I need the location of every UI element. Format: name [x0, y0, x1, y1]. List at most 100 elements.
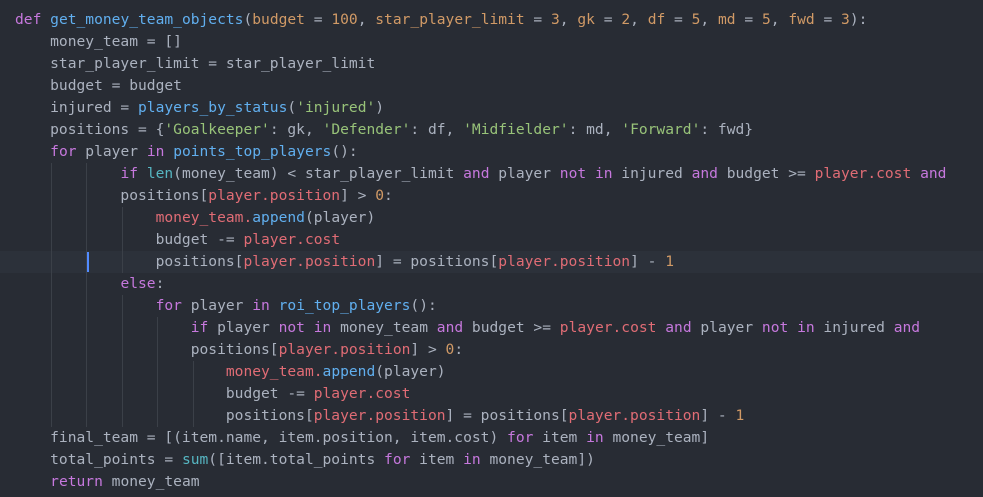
- code-token: :: [454, 341, 464, 358]
- code-token: ,: [357, 11, 376, 28]
- code-line[interactable]: for player in points_top_players():: [0, 141, 983, 163]
- code-line[interactable]: positions[player.position] = positions[p…: [0, 251, 983, 273]
- indent-guide: [193, 383, 194, 405]
- code-line[interactable]: if player not in money_team and budget >…: [0, 317, 983, 339]
- code-token: in: [252, 297, 270, 314]
- indent-guide: [50, 163, 52, 185]
- code-token: total_points =: [15, 451, 182, 468]
- code-line[interactable]: for player in roi_top_players():: [0, 295, 983, 317]
- indent-guide: [121, 207, 123, 229]
- code-line[interactable]: money_team.append(player): [0, 361, 983, 383]
- indent-guide: [50, 207, 52, 229]
- code-token: else: [120, 275, 156, 292]
- code-token: ():: [331, 143, 358, 160]
- code-token: positions[: [15, 187, 209, 204]
- code-line[interactable]: positions[player.position] = positions[p…: [0, 405, 983, 427]
- code-line[interactable]: budget -= player.cost: [0, 383, 983, 405]
- code-token: budget = budget: [15, 77, 182, 94]
- code-line[interactable]: total_points = sum([item.total_points fo…: [0, 449, 983, 471]
- indent-guide: [157, 405, 159, 427]
- indent-guide: [50, 361, 52, 383]
- code-token: (money_team) < star_player_limit: [173, 165, 464, 182]
- code-token: player: [691, 319, 762, 336]
- code-token: (player): [304, 209, 376, 226]
- code-token: injured: [814, 319, 894, 336]
- code-token: ] = positions[: [445, 407, 569, 424]
- code-line[interactable]: positions = {'Goalkeeper': gk, 'Defender…: [0, 119, 983, 141]
- code-line[interactable]: budget -= player.cost: [0, 229, 983, 251]
- code-line[interactable]: positions[player.position] > 0:: [0, 339, 983, 361]
- code-line[interactable]: injured = players_by_status('injured'): [0, 97, 983, 119]
- code-token: positions[: [15, 407, 314, 424]
- code-token: :: [155, 275, 165, 292]
- code-token: in: [594, 165, 613, 182]
- indent-guide: [86, 229, 88, 251]
- indent-guide: [50, 405, 52, 427]
- code-token: budget -=: [15, 385, 314, 402]
- indent-guide: [121, 251, 123, 273]
- code-token: 5: [761, 11, 771, 28]
- code-token: positions[: [15, 341, 279, 358]
- code-token: star_player_limit: [375, 11, 525, 28]
- indent-guide: [193, 405, 194, 427]
- code-token: ,: [700, 11, 718, 28]
- indent-guide: [193, 361, 194, 383]
- code-line[interactable]: def get_money_team_objects(budget = 100,…: [0, 9, 983, 31]
- code-editor[interactable]: def get_money_team_objects(budget = 100,…: [0, 0, 983, 497]
- code-token: gk: [577, 11, 595, 28]
- code-token: budget -=: [15, 231, 244, 248]
- code-token: ): [375, 99, 385, 116]
- code-token: injured =: [15, 99, 139, 116]
- indent-guide: [86, 317, 88, 339]
- code-token: final_team = [(item.name, item.position,…: [15, 429, 508, 446]
- code-token: player.position: [313, 407, 446, 424]
- code-token: budget: [252, 11, 305, 28]
- code-token: ([item.total_points: [208, 451, 385, 468]
- code-token: player: [208, 319, 279, 336]
- code-token: injured: [612, 165, 692, 182]
- indent-guide: [86, 185, 88, 207]
- code-token: ] -: [700, 407, 736, 424]
- code-line[interactable]: money_team.append(player): [0, 207, 983, 229]
- code-line[interactable]: return money_team: [0, 471, 983, 493]
- code-token: player.position: [208, 187, 341, 204]
- code-line[interactable]: budget = budget: [0, 75, 983, 97]
- text-cursor: [87, 252, 89, 272]
- indent-guide: [121, 383, 123, 405]
- code-token: for: [507, 429, 534, 446]
- indent-guide: [86, 273, 88, 295]
- indent-guide: [121, 339, 123, 361]
- indent-guide: [50, 251, 52, 273]
- code-token: =: [814, 11, 842, 28]
- code-token: 3: [841, 11, 850, 28]
- code-token: :: [384, 187, 393, 204]
- code-token: : fwd}: [700, 121, 754, 138]
- code-token: not: [278, 319, 305, 336]
- code-line[interactable]: money_team = []: [0, 31, 983, 53]
- indent-guide: [86, 295, 88, 317]
- code-token: fwd: [788, 11, 815, 28]
- code-token: 1: [735, 407, 745, 424]
- code-token: : df,: [410, 121, 464, 138]
- code-line[interactable]: positions[player.position] > 0:: [0, 185, 983, 207]
- code-token: ] >: [410, 341, 446, 358]
- code-token: =: [524, 11, 551, 28]
- code-line[interactable]: if len(money_team) < star_player_limit a…: [0, 163, 983, 185]
- code-line[interactable]: final_team = [(item.name, item.position,…: [0, 427, 983, 449]
- code-token: ] = positions[: [375, 253, 499, 270]
- code-token: item: [410, 451, 464, 468]
- code-token: player: [181, 297, 253, 314]
- code-token: return: [50, 473, 103, 490]
- indent-guide: [121, 405, 123, 427]
- code-line[interactable]: else:: [0, 273, 983, 295]
- code-token: append: [322, 363, 376, 380]
- code-line[interactable]: star_player_limit = star_player_limit: [0, 53, 983, 75]
- code-token: money_team: [331, 319, 437, 336]
